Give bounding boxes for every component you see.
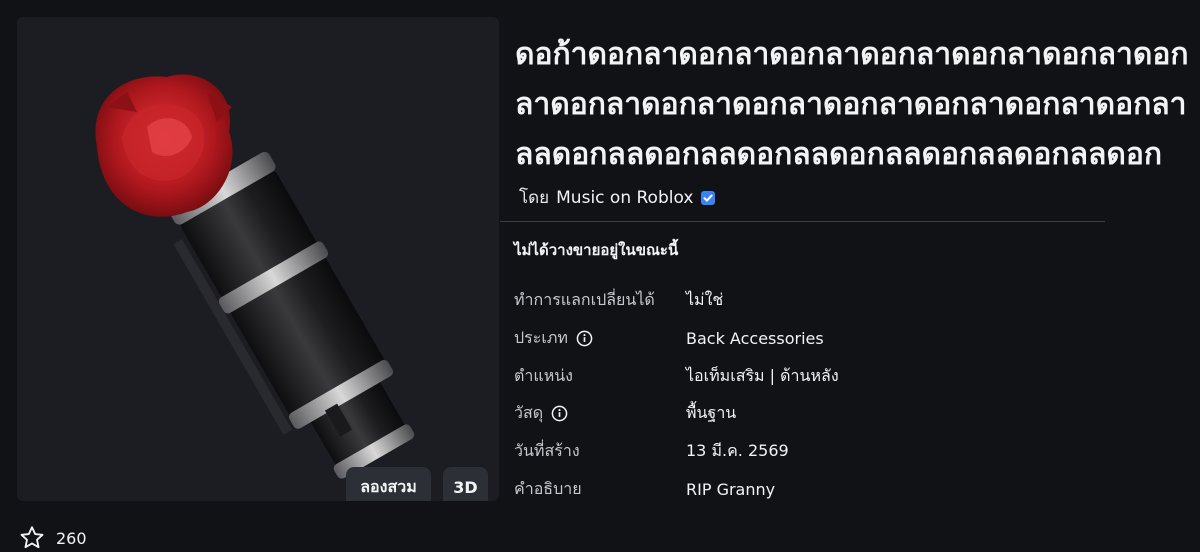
detail-row-location: ตำแหน่ง ไอเท็มเสริม | ด้านหลัง [514,361,1114,391]
detail-label: คำอธิบาย [514,478,582,498]
sale-status: ไม่ได้วางขายอยู่ในขณะนี้ [514,241,679,259]
divider [500,221,1105,222]
item-title: ดอก้าดอกลาดอกลาดอกลาดอกลาดอกลาดอกลาดอก ล… [515,30,1200,180]
detail-value: ไอเท็มเสริม | ด้านหลัง [686,365,839,385]
verified-badge-icon [701,190,716,205]
view-3d-button[interactable]: 3D [443,467,488,501]
detail-row-type: ประเภท Back Accessories [514,323,1114,353]
detail-value: RIP Granny [686,479,776,499]
info-icon[interactable] [551,405,568,422]
detail-row-tradable: ทำการแลกเปลี่ยนได้ ไม่ใช่ [514,285,1114,315]
favorite-control[interactable]: 260 [18,524,87,552]
detail-row-created: วันที่สร้าง 13 มี.ค. 2569 [514,436,1114,466]
title-line: ลลดอกลลดอกลลดอกลลดอกลลดอกลลดอกลลดอก [515,137,1163,172]
creator-prefix: โดย [519,188,550,208]
creator-link[interactable]: Music on Roblox [556,188,693,208]
detail-label: วันที่สร้าง [514,440,580,460]
title-line: ลาดอกลาดอกลาดอกลาดอกลาดอกลาดอกลาดอกลา [515,87,1187,122]
item-thumbnail [95,74,415,479]
info-icon[interactable] [576,330,593,347]
detail-value: Back Accessories [686,328,824,348]
try-on-button[interactable]: ลองสวม [346,467,431,501]
star-outline-icon[interactable] [18,524,46,552]
detail-value: พื้นฐาน [686,402,737,422]
favorite-count: 260 [56,528,87,548]
detail-row-description: คำอธิบาย RIP Granny [514,474,1114,504]
detail-value: 13 มี.ค. 2569 [686,440,789,460]
detail-label: ตำแหน่ง [514,365,573,385]
title-line: ดอก้าดอกลาดอกลาดอกลาดอกลาดอกลาดอกลาดอก [515,37,1189,72]
detail-label: วัสดุ [514,402,544,422]
creator-line: โดย Music on Roblox [519,184,716,211]
detail-label: ประเภท [514,327,568,347]
detail-label: ทำการแลกเปลี่ยนได้ [514,289,655,309]
item-preview[interactable]: ลองสวม 3D [17,17,499,501]
detail-value: ไม่ใช่ [686,289,724,309]
detail-row-material: วัสดุ พื้นฐาน [514,398,1114,428]
